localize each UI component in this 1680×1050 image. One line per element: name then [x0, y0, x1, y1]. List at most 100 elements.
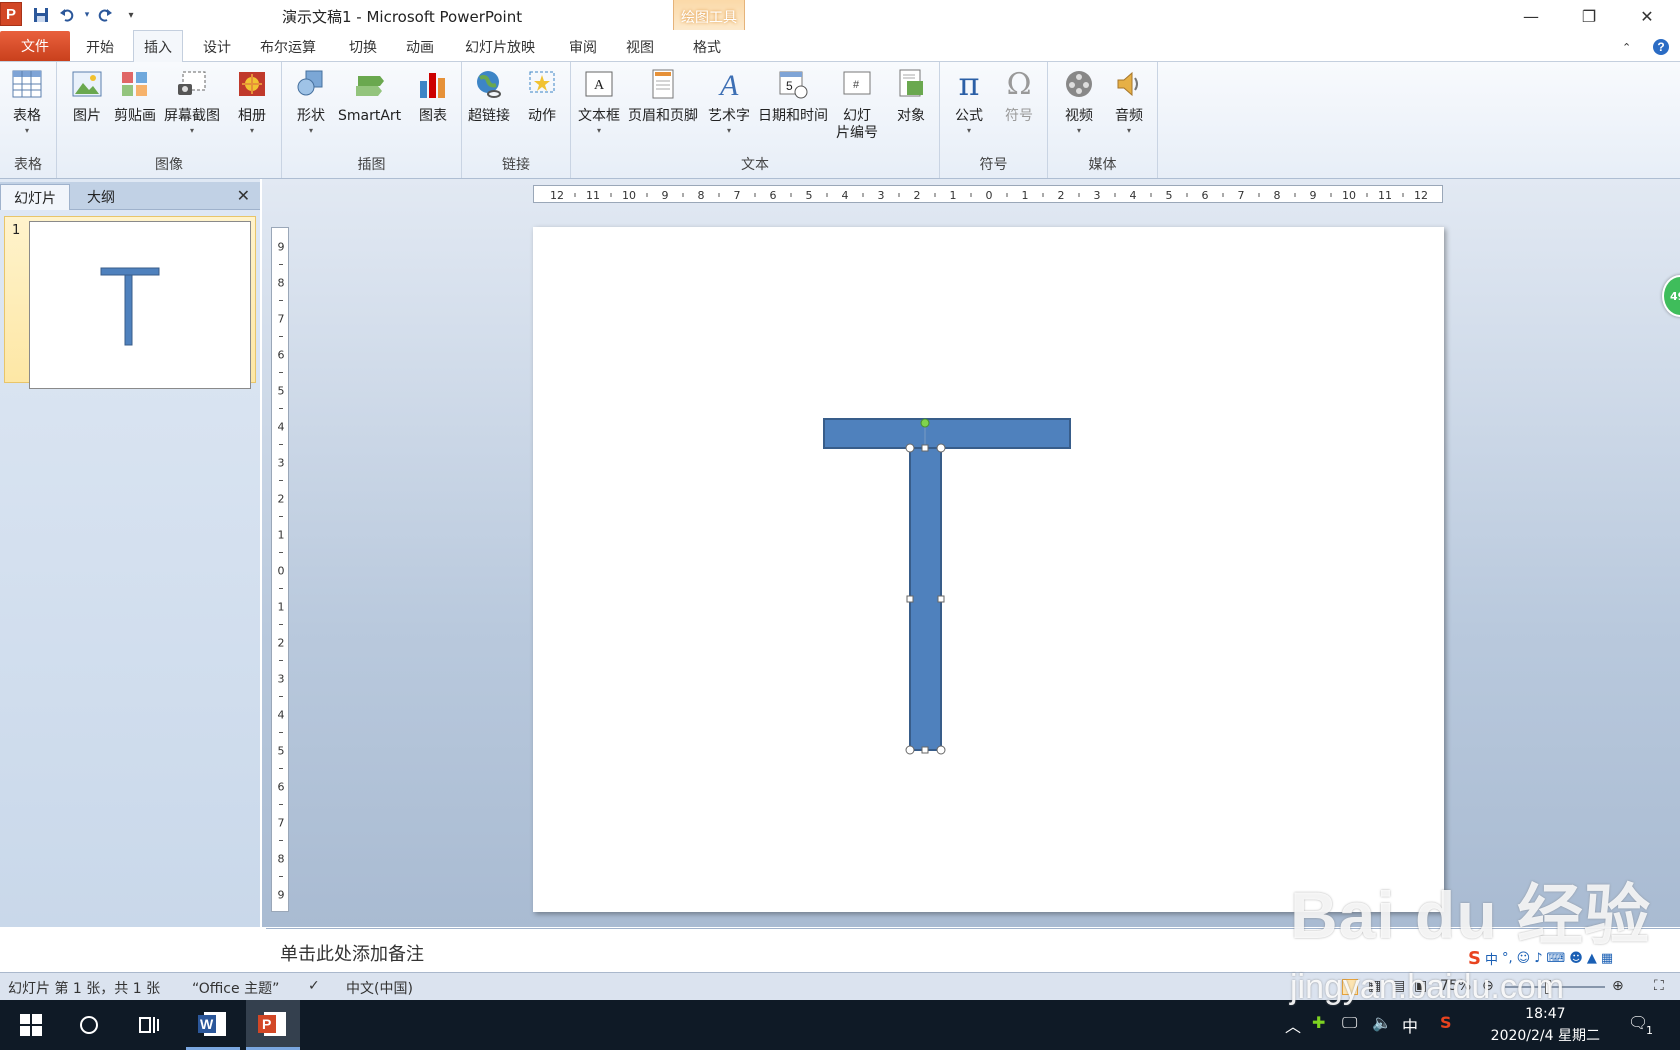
insert-hyperlink-button[interactable]: 超链接 — [468, 66, 510, 125]
ruler-label: 3 — [1094, 189, 1101, 202]
resize-handle-top[interactable] — [921, 444, 929, 452]
insert-object-button[interactable]: 对象 — [894, 66, 928, 125]
punct-icon[interactable]: °, — [1502, 951, 1513, 966]
ruler-label: 9 — [278, 241, 285, 254]
tab-home[interactable]: 开始 — [76, 32, 124, 62]
powerpoint-taskbar-icon[interactable]: P — [246, 1000, 300, 1050]
smartart-icon — [353, 66, 387, 102]
tab-outline[interactable]: 大纲 — [74, 184, 128, 210]
undo-icon[interactable] — [56, 4, 78, 26]
group-illustrations: 形状 ▾ SmartArt 图表 插图 — [282, 62, 462, 178]
resize-handle-left[interactable] — [906, 595, 914, 603]
insert-video-button[interactable]: 视频 ▾ — [1062, 66, 1096, 135]
ruler-label: 9 — [662, 189, 669, 202]
insert-screenshot-button[interactable]: 屏幕截图 ▾ — [164, 66, 220, 135]
language[interactable]: 中文(中国) — [346, 978, 413, 998]
fit-to-window-icon[interactable]: ⛶ — [1654, 978, 1664, 994]
ime-language[interactable]: 中 — [1402, 1013, 1418, 1037]
group-label-images: 图像 — [155, 157, 183, 173]
resize-handle-tr[interactable] — [936, 443, 946, 453]
slide-canvas[interactable] — [533, 227, 1444, 912]
tab-insert[interactable]: 插入 — [133, 30, 183, 62]
customize-qat-icon[interactable]: ▾ — [120, 4, 142, 26]
resize-handle-right[interactable] — [937, 595, 945, 603]
insert-clipart-button[interactable]: 剪贴画 — [114, 66, 156, 125]
skin-icon[interactable]: ▲ — [1587, 951, 1597, 966]
resize-handle-br[interactable] — [936, 745, 946, 755]
theme-name[interactable]: “Office 主题” — [192, 978, 279, 998]
save-icon[interactable] — [30, 4, 52, 26]
svg-text:5: 5 — [786, 79, 793, 93]
insert-datetime-button[interactable]: 5 日期和时间 — [758, 66, 828, 125]
tab-boolean[interactable]: 布尔运算 — [250, 32, 326, 62]
insert-symbol-button[interactable]: Ω 符号 — [1002, 66, 1036, 125]
insert-action-button[interactable]: 动作 — [525, 66, 559, 125]
resize-handle-tl[interactable] — [905, 443, 915, 453]
zoom-in-icon[interactable]: ⊕ — [1612, 978, 1624, 994]
emoji-icon[interactable]: ☺ — [1517, 951, 1531, 966]
voice-icon[interactable]: ♪ — [1534, 951, 1542, 966]
vertical-ruler[interactable]: 9 8 7 6 5 4 3 2 1 0 1 2 3 4 5 6 7 8 9 — [271, 227, 289, 912]
insert-table-button[interactable]: 表格 ▾ — [10, 66, 44, 135]
redo-icon[interactable] — [94, 4, 116, 26]
horizontal-ruler[interactable]: 12 11 10 9 8 7 6 5 4 3 2 1 0 1 2 3 4 5 6 7 8 9 10 11 12 — [533, 185, 1443, 203]
security-tray-icon[interactable]: ✚ — [1312, 1013, 1325, 1032]
powerpoint-app-icon[interactable]: P — [0, 2, 22, 26]
t-shape-top-bar[interactable] — [823, 418, 1071, 449]
tab-format[interactable]: 格式 — [683, 32, 731, 62]
tab-design[interactable]: 设计 — [193, 32, 241, 62]
minimize-button[interactable]: — — [1502, 0, 1560, 32]
insert-shapes-button[interactable]: 形状 ▾ — [294, 66, 328, 135]
resize-handle-bottom[interactable] — [921, 746, 929, 754]
insert-smartart-button[interactable]: SmartArt — [338, 66, 401, 125]
ruler-label: 9 — [1310, 189, 1317, 202]
clock[interactable]: 18:47 2020/2/4 星期二 — [1491, 1003, 1600, 1047]
insert-equation-button[interactable]: π 公式 ▾ — [952, 66, 986, 135]
insert-slide-number-button[interactable]: # 幻灯 片编号 — [836, 66, 878, 142]
insert-audio-button[interactable]: 音频 ▾ — [1112, 66, 1146, 135]
word-taskbar-icon[interactable]: W — [186, 1000, 240, 1050]
svg-text:A: A — [594, 78, 605, 93]
slide-number: 1 — [12, 223, 21, 238]
tab-transitions[interactable]: 切换 — [339, 32, 387, 62]
network-icon[interactable]: 🖵 — [1342, 1013, 1357, 1033]
tray-expand-icon[interactable]: ︿ — [1285, 1013, 1301, 1037]
wordart-label: 艺术字 — [708, 108, 750, 124]
sogou-tray-icon[interactable]: S — [1440, 1013, 1452, 1032]
spellcheck-icon[interactable]: ✓ — [308, 978, 320, 994]
insert-chart-button[interactable]: 图表 — [416, 66, 450, 125]
rotation-handle[interactable] — [920, 418, 930, 428]
insert-header-footer-button[interactable]: 页眉和页脚 — [628, 66, 698, 125]
tab-slides[interactable]: 幻灯片 — [0, 184, 70, 210]
tab-animations[interactable]: 动画 — [396, 32, 444, 62]
t-shape-stem[interactable] — [909, 447, 942, 751]
help-icon[interactable]: ? — [1652, 32, 1670, 62]
tools-icon[interactable]: ▦ — [1601, 951, 1613, 966]
sogou-icon[interactable]: S — [1468, 948, 1481, 969]
user-icon[interactable]: ☻ — [1569, 951, 1583, 966]
ime-mode-icon[interactable]: 中 — [1485, 949, 1498, 968]
close-button[interactable]: ✕ — [1618, 0, 1676, 32]
search-circle-icon[interactable] — [62, 1000, 116, 1050]
tab-slideshow[interactable]: 幻灯片放映 — [455, 32, 545, 62]
vertical-ruler-ticks: 9 8 7 6 5 4 3 2 1 0 1 2 3 4 5 6 7 8 9 — [278, 241, 285, 902]
insert-textbox-button[interactable]: A 文本框 ▾ — [578, 66, 620, 135]
tab-view[interactable]: 视图 — [616, 32, 664, 62]
insert-wordart-button[interactable]: A 艺术字 ▾ — [708, 66, 750, 135]
task-view-icon[interactable] — [122, 1000, 176, 1050]
volume-icon[interactable]: 🔈 — [1372, 1013, 1392, 1032]
slide-thumbnail[interactable] — [29, 221, 251, 389]
ruler-label: 3 — [278, 673, 285, 686]
tab-file[interactable]: 文件 — [0, 31, 70, 61]
wordart-icon: A — [712, 66, 746, 102]
insert-picture-button[interactable]: 图片 — [70, 66, 104, 125]
resize-handle-bl[interactable] — [905, 745, 915, 755]
start-windows-icon[interactable] — [4, 1000, 58, 1050]
collapse-ribbon-icon[interactable]: ⌃ — [1622, 32, 1631, 62]
close-pane-icon[interactable]: ✕ — [237, 186, 250, 205]
insert-album-button[interactable]: 相册 ▾ — [235, 66, 269, 135]
tab-review[interactable]: 审阅 — [559, 32, 607, 62]
restore-button[interactable]: ❐ — [1560, 0, 1618, 32]
keyboard-icon[interactable]: ⌨ — [1546, 951, 1565, 966]
group-images: 图片 剪贴画 屏幕截图 ▾ 相册 ▾ 图像 — [57, 62, 282, 178]
